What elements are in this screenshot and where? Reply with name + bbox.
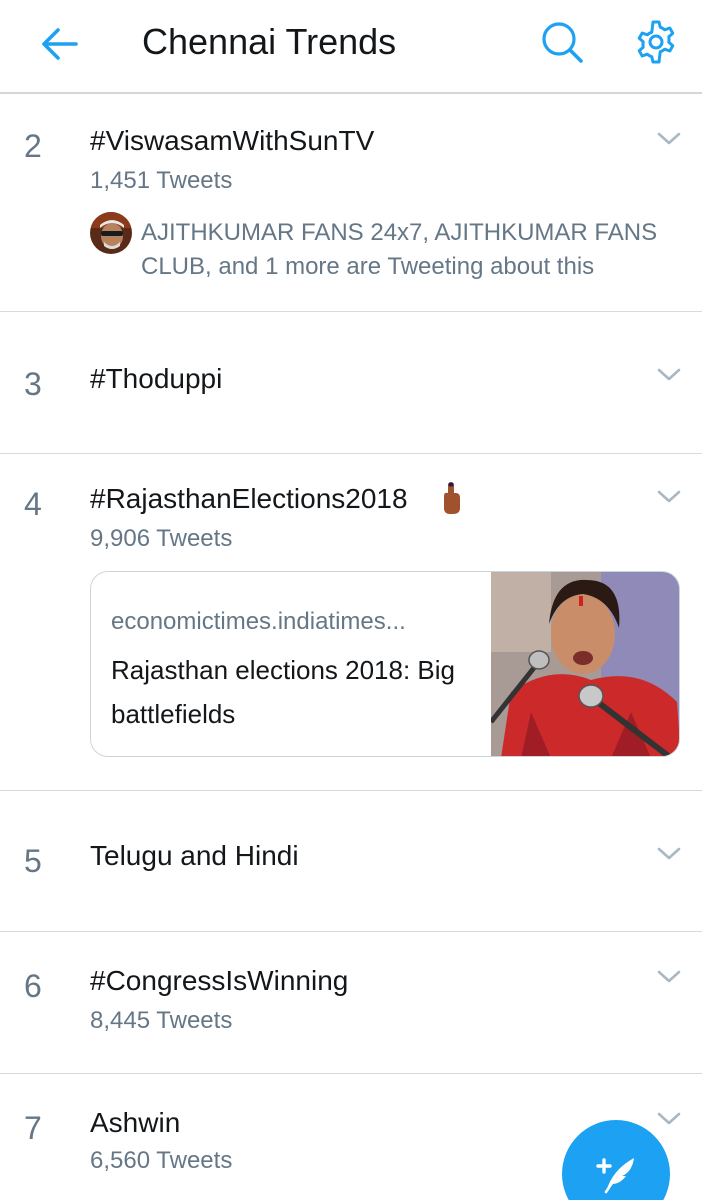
chevron-down-icon[interactable] <box>656 488 682 506</box>
tweet-count: 9,906 Tweets <box>90 525 233 552</box>
trend-name: #CongressIsWinning <box>90 965 349 996</box>
tweet-count: 1,451 Tweets <box>90 167 233 194</box>
tweet-count: 6,560 Tweets <box>90 1147 233 1174</box>
trend-item[interactable]: 5 Telugu and Hindi <box>0 791 702 932</box>
speaker-at-microphone-photo <box>491 572 679 756</box>
trend-name: #RajasthanElections2018 <box>90 483 408 514</box>
trend-rank: 5 <box>24 843 42 879</box>
compose-tweet-icon <box>596 1158 634 1194</box>
search-button[interactable] <box>538 18 586 66</box>
trend-rank: 3 <box>24 366 42 402</box>
page-title: Chennai Trends <box>142 21 397 62</box>
gear-icon <box>637 20 675 64</box>
trend-rank: 2 <box>24 128 42 164</box>
tweet-count: 8,445 Tweets <box>90 1007 233 1034</box>
link-preview-card[interactable]: economictimes.indiatimes... Rajasthan el… <box>90 571 680 757</box>
trend-name: Telugu and Hindi <box>90 840 299 871</box>
arrow-left-icon <box>42 28 78 60</box>
card-title: Rajasthan elections 2018: Big battlefiel… <box>111 655 456 729</box>
voting-finger-icon <box>444 482 460 514</box>
top-bar: Chennai Trends <box>0 0 702 94</box>
chevron-down-icon[interactable] <box>656 130 682 148</box>
trend-name: Ashwin <box>90 1107 181 1138</box>
trend-rank: 4 <box>24 486 42 522</box>
trend-rank: 7 <box>24 1110 42 1146</box>
chevron-down-icon[interactable] <box>656 845 682 863</box>
back-button[interactable] <box>36 22 84 66</box>
trend-context: AJITHKUMAR FANS 24x7, AJITHKUMAR FANS CL… <box>141 219 658 280</box>
compose-tweet-button[interactable] <box>562 1120 670 1200</box>
trend-item[interactable]: 3 #Thoduppi <box>0 312 702 454</box>
settings-button[interactable] <box>632 18 680 66</box>
trend-name: #Thoduppi <box>90 363 223 394</box>
chevron-down-icon[interactable] <box>656 366 682 384</box>
avatar <box>90 212 132 254</box>
trend-rank: 6 <box>24 968 42 1004</box>
chevron-down-icon[interactable] <box>656 968 682 986</box>
trend-item[interactable]: 6 #CongressIsWinning 8,445 Tweets <box>0 932 702 1074</box>
trend-name: #ViswasamWithSunTV <box>90 125 375 156</box>
search-icon <box>542 22 583 63</box>
card-domain: economictimes.indiatimes... <box>111 608 406 635</box>
